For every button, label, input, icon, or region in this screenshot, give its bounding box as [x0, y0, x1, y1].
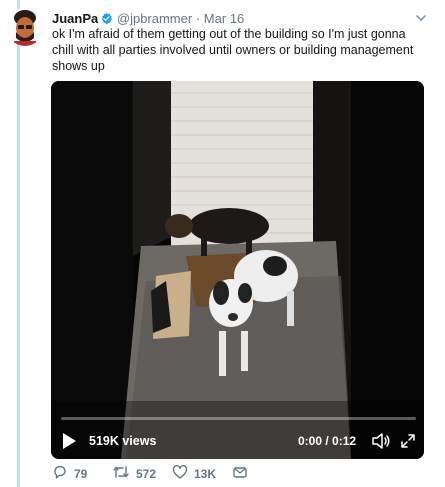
retweet-count: 572 — [136, 467, 157, 481]
fullscreen-icon[interactable] — [400, 433, 416, 449]
video-frame — [51, 81, 424, 459]
reply-icon — [52, 464, 68, 485]
tweet-actions: 79 572 13K — [52, 464, 312, 485]
reply-button[interactable]: 79 — [52, 465, 87, 483]
video-player[interactable]: 519K views 0:00 / 0:12 — [51, 81, 424, 459]
user-handle[interactable]: @jpbrammer — [117, 11, 192, 26]
header-separator: · — [195, 11, 201, 26]
video-progress-bar[interactable] — [61, 417, 416, 420]
retweet-icon — [112, 464, 130, 485]
direct-message-button[interactable] — [232, 465, 248, 483]
like-icon — [172, 464, 188, 485]
view-count: 519K views — [89, 434, 157, 448]
avatar-image — [6, 8, 44, 46]
tweet-date[interactable]: Mar 16 — [204, 11, 244, 26]
video-time: 0:00 / 0:12 — [298, 434, 357, 448]
tweet-text: ok I'm afraid of them getting out of the… — [52, 27, 414, 73]
retweet-button[interactable]: 572 — [112, 465, 156, 483]
chevron-down-icon[interactable] — [413, 10, 429, 26]
conversation-thread-line — [17, 0, 20, 487]
volume-icon[interactable] — [371, 432, 391, 450]
reply-count: 79 — [74, 467, 88, 481]
like-button[interactable]: 13K — [172, 464, 217, 485]
display-name[interactable]: JuanPa — [52, 11, 98, 26]
direct-message-icon — [232, 464, 248, 485]
avatar[interactable] — [6, 8, 44, 46]
like-count: 13K — [194, 467, 217, 481]
play-icon[interactable] — [61, 432, 77, 450]
